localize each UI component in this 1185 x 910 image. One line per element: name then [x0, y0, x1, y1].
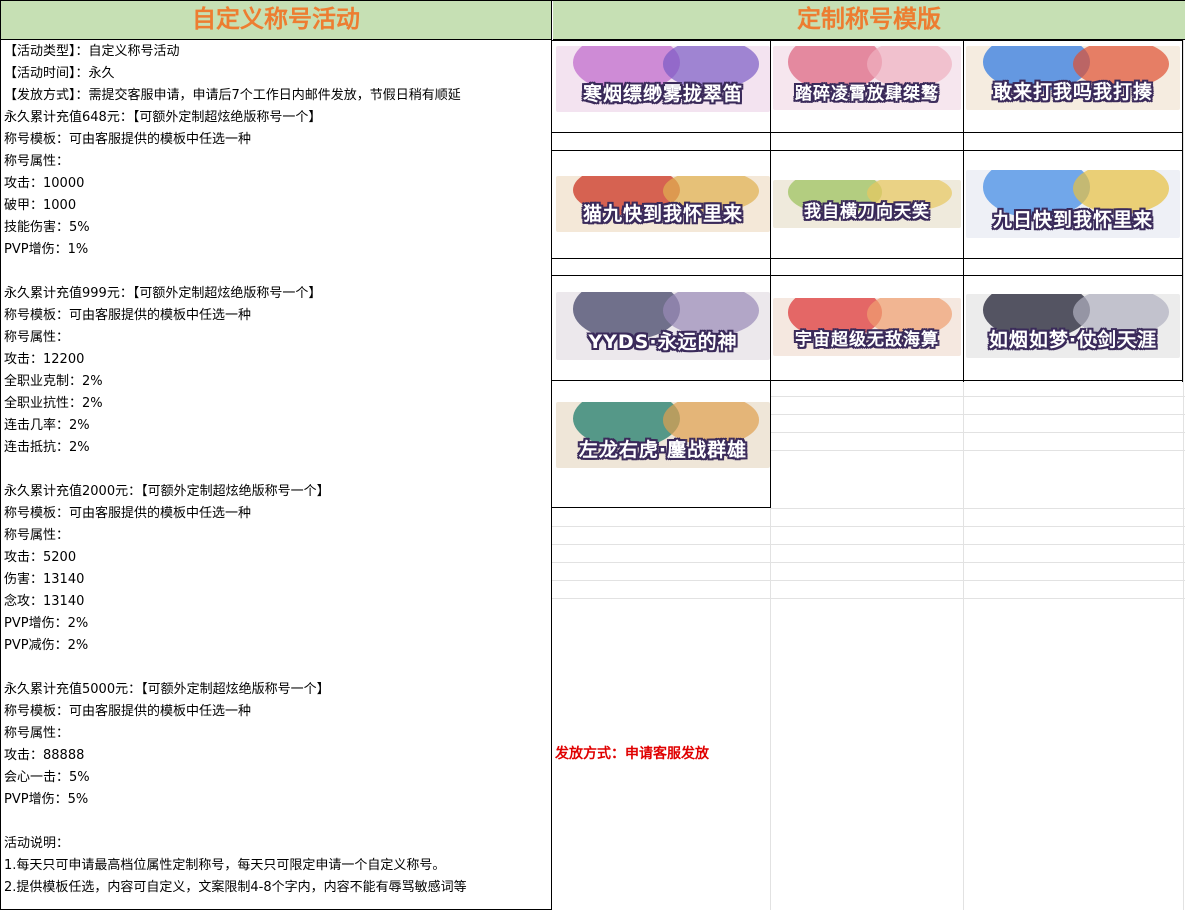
- grid-line: [770, 562, 1185, 563]
- title-template-9: 如烟如梦·仗剑天涯: [966, 294, 1180, 358]
- title-template-4: 猫九快到我怀里来: [556, 176, 770, 232]
- delivery-note: 发放方式：申请客服发放: [555, 746, 709, 762]
- banner-title-text: 九日快到我怀里来: [992, 209, 1153, 231]
- banner-title-text: 踏碎凌霄放肆桀骜: [795, 84, 939, 104]
- description-line: 攻击：88888: [4, 748, 85, 763]
- description-line: 称号属性：: [4, 726, 70, 741]
- banner-title-text: 寒烟缥缈雾拢翠笛: [582, 83, 743, 105]
- description-line: 称号模板：可由客服提供的模板中任选一种: [4, 308, 252, 323]
- title-template-1: 寒烟缥缈雾拢翠笛: [556, 46, 770, 112]
- description-line: 技能伤害：5%: [4, 220, 90, 235]
- description-line: 念攻：13140: [4, 594, 85, 609]
- title-template-8: 宇宙超级无敌海算: [773, 298, 961, 356]
- description-line: 全职业克制：2%: [4, 374, 103, 389]
- left-header: 自定义称号活动: [0, 0, 552, 40]
- panel-divider: [551, 0, 552, 910]
- description-line: 永久累计充值2000元：【可额外定制超炫绝版称号一个】: [4, 484, 330, 499]
- description-line: 1.每天只可申请最高档位属性定制称号，每天只可限定申请一个自定义称号。: [4, 858, 446, 873]
- description-line: 称号属性：: [4, 154, 70, 169]
- grid-line: [1182, 40, 1183, 382]
- title-template-6: 九日快到我怀里来: [966, 170, 1180, 238]
- description-line: 称号属性：: [4, 330, 70, 345]
- description-line: 连击几率：2%: [4, 418, 90, 433]
- grid-line: [770, 414, 1185, 415]
- description-line: 称号模板：可由客服提供的模板中任选一种: [4, 132, 252, 147]
- grid-line: [552, 526, 770, 527]
- description-line: 称号模板：可由客服提供的模板中任选一种: [4, 704, 252, 719]
- grid-line: [963, 40, 964, 382]
- title-template-3: 敢来打我吗我打揍: [966, 46, 1180, 110]
- description-line: PVP增伤：1%: [4, 242, 89, 257]
- title-template-5: 我自横刀向天笑: [773, 180, 961, 228]
- grid-line: [1183, 40, 1184, 910]
- description-line: 【活动类型】：自定义称号活动: [4, 44, 180, 59]
- banner-title-text: YYDS·永远的神: [588, 331, 738, 353]
- grid-line: [770, 450, 1185, 451]
- title-template-10: 左龙右虎·鏖战群雄: [556, 402, 770, 468]
- banner-title-text: 敢来打我吗我打揍: [992, 81, 1153, 103]
- description-line: 称号属性：: [4, 528, 70, 543]
- description-line: PVP增伤：5%: [4, 792, 89, 807]
- grid-line: [770, 40, 771, 382]
- grid-line: [552, 40, 1183, 41]
- description-line: 2.提供模板任选，内容可自定义，文案限制4-8个字内，内容不能有辱骂敏感词等: [4, 880, 467, 895]
- description-line: 【发放方式】：需提交客服申请，申请后7个工作日内邮件发放，节假日稍有顺延: [4, 88, 461, 103]
- right-header: 定制称号模版: [553, 0, 1185, 40]
- grid-line: [770, 526, 1185, 527]
- grid-line: [552, 507, 770, 508]
- title-template-2: 踏碎凌霄放肆桀骜: [773, 46, 961, 110]
- grid-line: [770, 598, 1185, 599]
- activity-description: 【活动类型】：自定义称号活动 【活动时间】：永久【发放方式】：需提交客服申请，申请…: [4, 41, 549, 899]
- top-border: [0, 0, 1185, 1]
- description-line: 全职业抗性：2%: [4, 396, 103, 411]
- grid-line: [552, 580, 770, 581]
- banner-title-text: 宇宙超级无敌海算: [795, 330, 939, 350]
- banner-title-text: 如烟如梦·仗剑天涯: [988, 329, 1158, 351]
- grid-line: [770, 580, 1185, 581]
- grid-line: [963, 382, 964, 910]
- grid-line: [552, 380, 1183, 381]
- description-line: 活动说明：: [4, 836, 70, 851]
- description-line: 永久累计充值648元：【可额外定制超炫绝版称号一个】: [4, 110, 322, 125]
- description-line: 攻击：12200: [4, 352, 85, 367]
- description-line: 称号模板：可由客服提供的模板中任选一种: [4, 506, 252, 521]
- grid-line: [552, 544, 770, 545]
- grid-line: [770, 396, 1185, 397]
- banner-title-text: 左龙右虎·鏖战群雄: [578, 439, 748, 461]
- left-border: [0, 0, 1, 910]
- description-line: 连击抵抗：2%: [4, 440, 90, 455]
- banner-title-text: 猫九快到我怀里来: [582, 203, 743, 225]
- description-line: 会心一击：5%: [4, 770, 90, 785]
- description-line: 攻击：10000: [4, 176, 85, 191]
- grid-line: [770, 380, 771, 508]
- grid-line: [552, 132, 1183, 133]
- banner-title-text: 我自横刀向天笑: [804, 202, 930, 222]
- description-line: 攻击：5200: [4, 550, 77, 565]
- grid-line: [552, 562, 770, 563]
- description-line: 伤害：13140: [4, 572, 85, 587]
- grid-line: [552, 258, 1183, 259]
- description-line: 永久累计充值5000元：【可额外定制超炫绝版称号一个】: [4, 682, 330, 697]
- grid-line: [770, 432, 1185, 433]
- title-template-7: YYDS·永远的神: [556, 292, 770, 360]
- grid-line: [552, 150, 1183, 151]
- description-line: 【活动时间】：永久: [4, 66, 115, 81]
- grid-line: [770, 544, 1185, 545]
- description-line: 永久累计充值999元：【可额外定制超炫绝版称号一个】: [4, 286, 322, 301]
- description-line: 破甲：1000: [4, 198, 77, 213]
- description-line: PVP增伤：2%: [4, 616, 89, 631]
- grid-line: [770, 508, 1185, 509]
- grid-line: [552, 598, 770, 599]
- grid-line: [552, 275, 1183, 276]
- description-line: PVP减伤：2%: [4, 638, 89, 653]
